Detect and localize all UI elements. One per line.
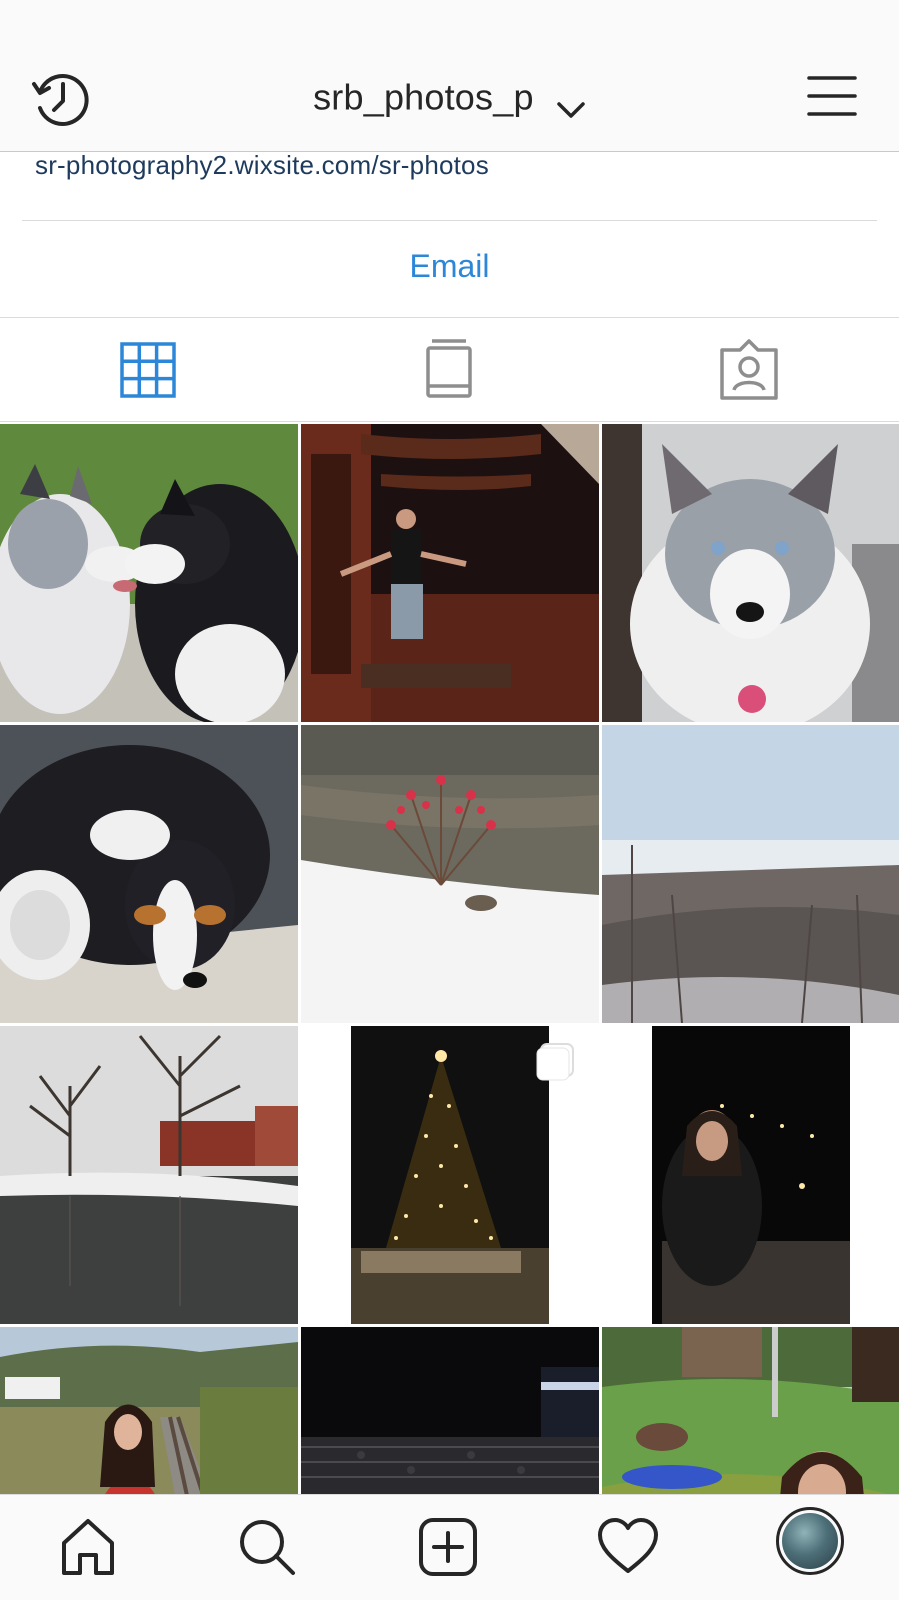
- christmas-tree-icon: [301, 1026, 599, 1324]
- menu-icon[interactable]: [806, 74, 858, 118]
- two-shelties-icon: [0, 424, 298, 722]
- website-link[interactable]: sr-photography2.wixsite.com/sr-photos: [35, 150, 489, 181]
- post-grid: [0, 424, 899, 1494]
- river-trees-icon: [0, 1026, 298, 1324]
- add-post-icon[interactable]: [416, 1515, 480, 1579]
- bottom-navigation: [0, 1494, 899, 1600]
- grid-post[interactable]: [0, 1026, 298, 1324]
- feed-icon: [426, 339, 472, 398]
- grid-post[interactable]: [0, 1327, 298, 1494]
- chevron-down-icon: [556, 87, 586, 119]
- grid-icon: [120, 342, 176, 398]
- grid-post[interactable]: [602, 424, 899, 722]
- avatar-image: [782, 1513, 838, 1569]
- home-icon[interactable]: [56, 1515, 120, 1579]
- jumping-man-icon: [301, 424, 599, 722]
- grid-post[interactable]: [301, 1327, 599, 1494]
- tagged-icon: [720, 339, 778, 400]
- grid-post[interactable]: [602, 1026, 899, 1324]
- red-bush-snow-icon: [301, 725, 599, 1023]
- search-icon[interactable]: [235, 1515, 299, 1579]
- night-portrait-icon: [602, 1026, 899, 1324]
- sheltie-closeup-icon: [0, 725, 298, 1023]
- profile-username-switcher[interactable]: srb_photos_p: [0, 74, 899, 119]
- tab-tagged[interactable]: [714, 338, 784, 402]
- grid-post[interactable]: [602, 1327, 899, 1494]
- tab-feed[interactable]: [414, 338, 484, 402]
- winter-valley-icon: [602, 725, 899, 1023]
- sheltie-portrait-icon: [602, 424, 899, 722]
- email-button[interactable]: Email: [0, 248, 899, 285]
- tab-grid[interactable]: [113, 338, 183, 402]
- grid-post[interactable]: [301, 1026, 599, 1324]
- top-header: srb_photos_p: [0, 0, 899, 152]
- grid-post[interactable]: [301, 424, 599, 722]
- railroad-portrait-icon: [0, 1327, 298, 1494]
- grid-post[interactable]: [0, 424, 298, 722]
- grid-post[interactable]: [301, 725, 599, 1023]
- profile-avatar[interactable]: [776, 1507, 844, 1575]
- lawn-portrait-icon: [602, 1327, 899, 1494]
- heart-icon[interactable]: [596, 1515, 660, 1579]
- grid-post[interactable]: [602, 725, 899, 1023]
- grid-post[interactable]: [0, 725, 298, 1023]
- profile-tab-bar: [0, 318, 899, 422]
- username: srb_photos_p: [313, 76, 534, 118]
- divider: [22, 220, 877, 221]
- night-bleachers-icon: [301, 1327, 599, 1494]
